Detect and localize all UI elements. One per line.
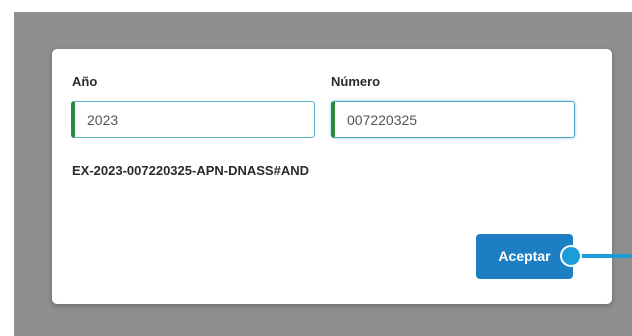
pointer-dot-icon (562, 247, 580, 265)
accept-button[interactable]: Aceptar (476, 234, 573, 279)
number-label: Número (331, 74, 381, 89)
year-input[interactable] (71, 101, 315, 138)
expediente-reference: EX-2023-007220325-APN-DNASS#AND (72, 163, 309, 178)
pointer-line (571, 254, 632, 258)
year-label: Año (72, 74, 98, 89)
expediente-dialog: Año Número EX-2023-007220325-APN-DNASS#A… (52, 49, 612, 304)
number-input[interactable] (331, 101, 575, 138)
